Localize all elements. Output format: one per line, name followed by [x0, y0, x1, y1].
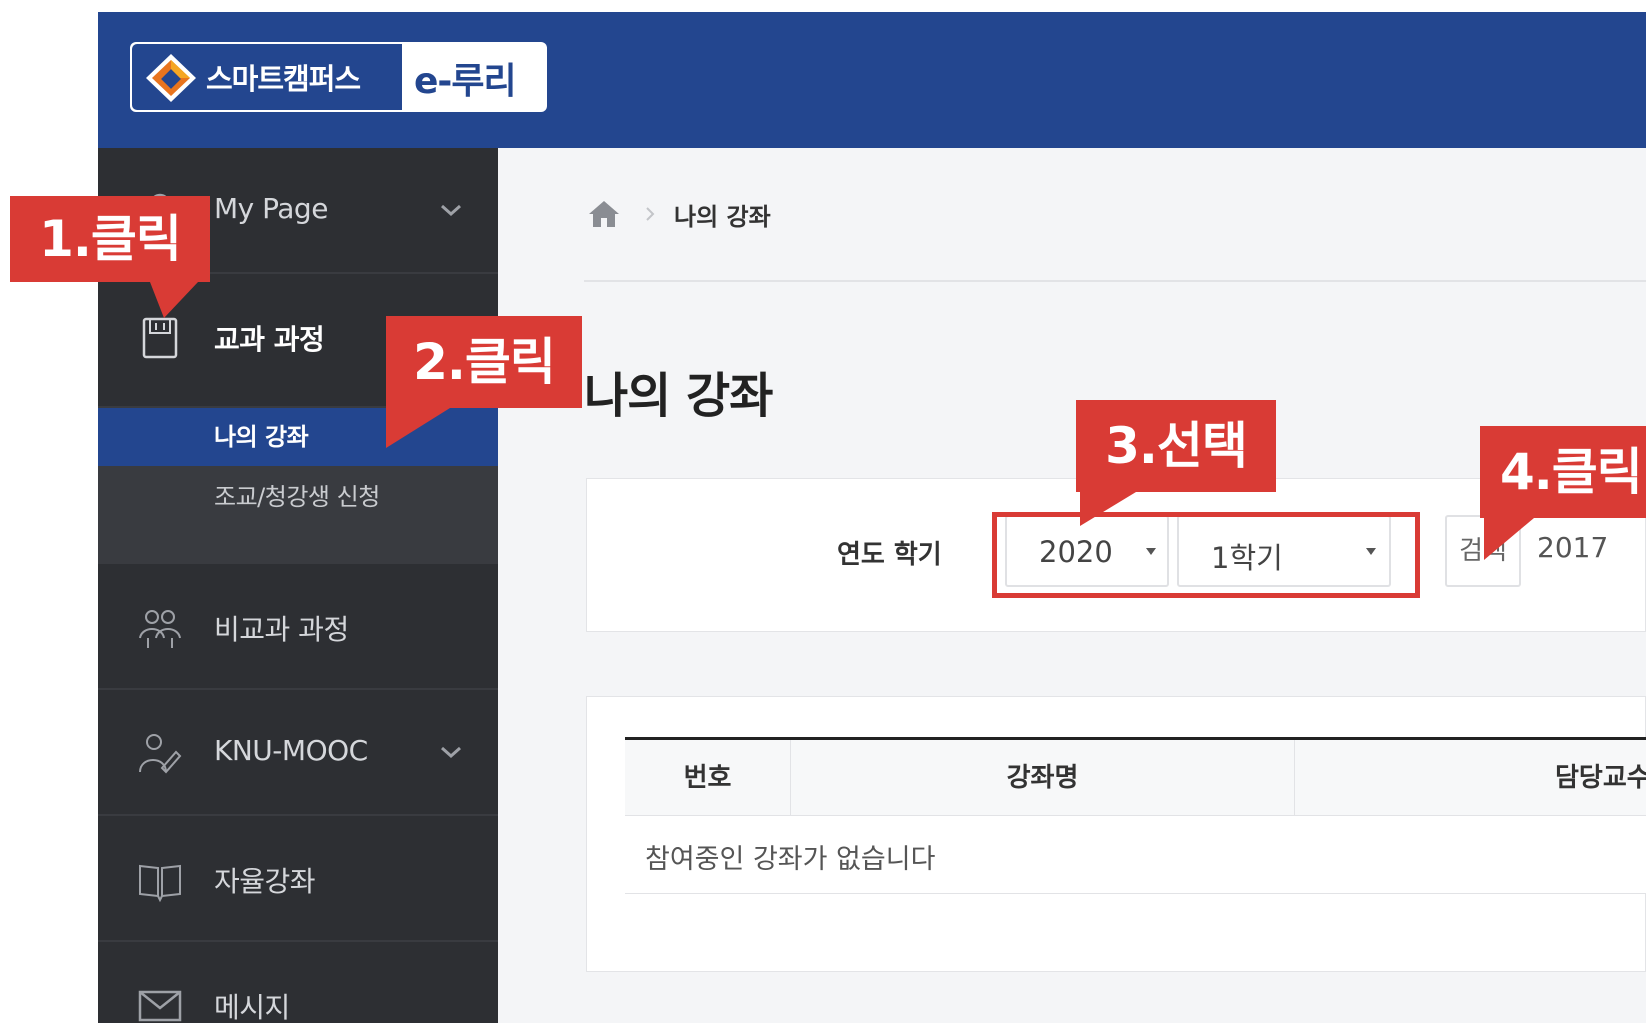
submenu-item-assistant-application[interactable]: 조교/청강생 신청: [98, 468, 498, 526]
logo-smart-campus-panel: 스마트캠퍼스: [132, 44, 402, 110]
course-list-panel: 번호 강좌명 담당교수 참여중인 강좌가 없습니다: [586, 696, 1646, 972]
annotation-step-2: 2.클릭: [386, 316, 582, 408]
table-row: 참여중인 강좌가 없습니다: [625, 816, 1646, 894]
book-icon: [142, 317, 178, 359]
breadcrumb: 나의 강좌: [588, 194, 771, 234]
table-header-row: 번호 강좌명 담당교수: [625, 740, 1646, 816]
annotation-step-3: 3.선택: [1076, 400, 1276, 492]
breadcrumb-current: 나의 강좌: [674, 202, 771, 231]
annotation-step-1: 1.클릭: [10, 196, 210, 282]
sidebar-item-extracurricular[interactable]: 비교과 과정: [98, 564, 498, 690]
student-icon: [139, 734, 182, 774]
sidebar-item-label: 교과 과정: [214, 323, 325, 356]
annotation-step-4-pointer: [1484, 518, 1534, 560]
logo-name-text: 스마트캠퍼스: [206, 62, 361, 96]
screenshot-stage: 스마트캠퍼스 e-루리 My Page 교과 과정 나의 강좌 조교/청강생 신…: [0, 0, 1646, 1023]
annotation-step-4: 4.클릭: [1480, 426, 1646, 518]
sidebar-item-label: KNU-MOOC: [214, 734, 368, 767]
page-title: 나의 강좌: [584, 368, 773, 424]
annotation-select-highlight: [992, 512, 1420, 598]
group-icon: [139, 610, 181, 648]
empty-table-message: 참여중인 강좌가 없습니다: [645, 844, 936, 875]
open-book-icon: [139, 864, 181, 903]
sidebar-item-label: 자율강좌: [214, 865, 316, 898]
sidebar-item-label: 비교과 과정: [214, 613, 349, 646]
year-semester-label: 연도 학기: [837, 540, 942, 570]
chevron-down-icon: [441, 746, 461, 759]
column-header-number: 번호: [625, 740, 791, 816]
breadcrumb-divider: [584, 280, 1646, 282]
sidebar-item-label: 메시지: [214, 991, 290, 1023]
sidebar-item-open-courses[interactable]: 자율강좌: [98, 816, 498, 942]
top-header: 스마트캠퍼스 e-루리: [98, 12, 1646, 148]
course-table: 번호 강좌명 담당교수 참여중인 강좌가 없습니다: [625, 737, 1646, 894]
sidebar-item-label: My Page: [214, 192, 328, 225]
annotation-step-1-pointer: [150, 282, 198, 318]
mail-icon: [138, 990, 182, 1022]
logo-mark-icon: [146, 54, 196, 102]
column-header-course-name: 강좌명: [791, 740, 1295, 816]
logo-eruri-text: e-루리: [414, 61, 517, 102]
home-icon[interactable]: [588, 199, 620, 229]
site-logo[interactable]: 스마트캠퍼스 e-루리: [130, 42, 547, 112]
chevron-right-icon: [646, 207, 655, 221]
annotation-step-2-pointer: [386, 408, 450, 448]
chevron-down-icon: [441, 204, 461, 217]
year-range-text: 2017: [1537, 531, 1609, 564]
sidebar-item-messages[interactable]: 메시지: [98, 942, 498, 1023]
column-header-professor: 담당교수: [1555, 763, 1646, 793]
sidebar-item-knu-mooc[interactable]: KNU-MOOC: [98, 690, 498, 816]
